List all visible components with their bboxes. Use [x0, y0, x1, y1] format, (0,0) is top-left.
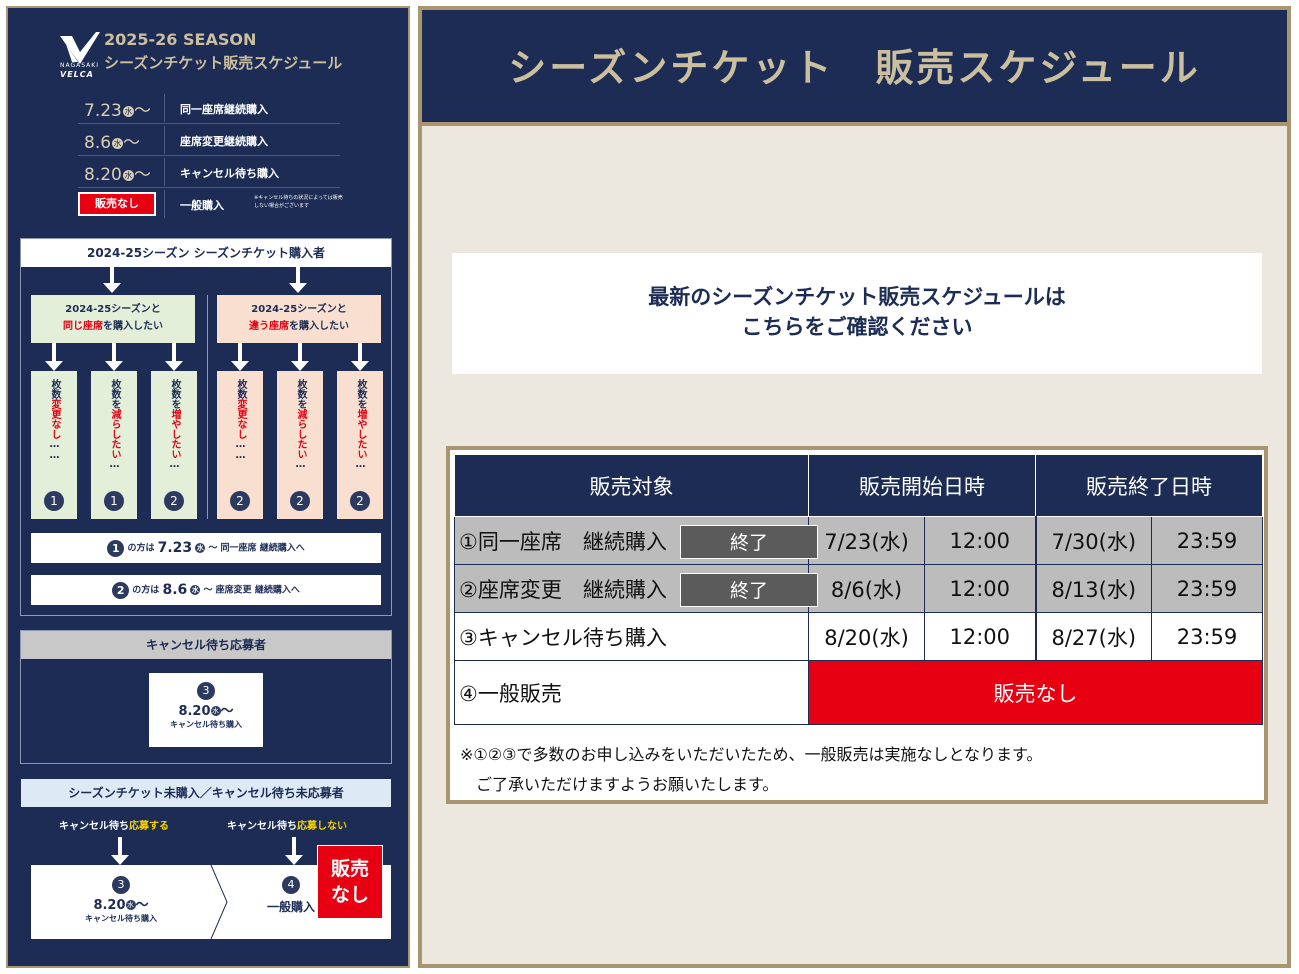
section-head: キャンセル待ち応募者: [21, 631, 391, 659]
start-time: 12:00: [924, 516, 1036, 565]
row-name: ②座席変更 継続購入: [459, 577, 667, 602]
option-column: 枚数を 減らしたい… 1: [91, 371, 137, 519]
tilde: 〜: [133, 165, 151, 185]
no-sale-cell: 販売なし: [808, 660, 1263, 725]
logo-text-bottom: VELCA: [60, 70, 94, 79]
option-column: 枚数 変更なし…… 2: [217, 371, 263, 519]
tilde: 〜: [133, 101, 151, 121]
schedule-row: 8.6 水〜 座席変更継続購入: [78, 124, 340, 156]
arrow-down-icon: [105, 343, 123, 371]
weekday-badge: 水: [112, 137, 124, 149]
table-row: ①同一座席 継続購入 終了 7/23(水) 12:00 7/30(水) 23:59: [454, 516, 1263, 565]
schedule-row: 8.20 水〜 キャンセル待ち購入: [78, 156, 340, 188]
schedule-date: 7.23: [84, 101, 122, 121]
start-date: 8/6(水): [808, 564, 925, 613]
number-badge: 1: [104, 491, 124, 511]
start-time: 12:00: [924, 612, 1036, 661]
season-label: 2025-26 SEASON: [104, 30, 257, 49]
weekday-badge: 水: [122, 105, 134, 117]
column-header: 販売終了日時: [1035, 454, 1263, 517]
no-sale-sticker: 販売 なし: [317, 845, 383, 919]
end-time: 23:59: [1151, 564, 1263, 613]
section-head: 2024-25シーズン シーズンチケット購入者: [21, 239, 391, 267]
number-badge: 2: [290, 491, 310, 511]
schedule-label: 一般購入: [180, 199, 224, 212]
schedule-note: ※キャンセル待ちの状況によっては販売しない場合がございます: [254, 195, 343, 209]
end-date: 8/13(水): [1034, 564, 1152, 613]
arrow-down-icon: [103, 267, 121, 293]
number-badge: 2: [230, 491, 250, 511]
section-previous-purchasers: 2024-25シーズン シーズンチケット購入者 2024-25シーズンと 同じ座…: [20, 238, 392, 616]
start-date: 7/23(水): [808, 516, 925, 565]
end-time: 23:59: [1151, 516, 1263, 565]
panel-header: シーズンチケット 販売スケジュール: [422, 10, 1287, 126]
schedule-table: 販売対象 販売開始日時 販売終了日時 ①同一座席 継続購入 終了 7/23(水) …: [454, 454, 1263, 725]
table-footnote: ※①②③で多数のお申し込みをいただいたため、一般販売は実施なしとなります。 ご了…: [460, 745, 1043, 794]
schedule-row: 7.23 水〜 同一座席継続購入: [78, 92, 340, 124]
notice-line: こちらをご確認ください: [741, 315, 973, 339]
poster-title: シーズンチケット販売スケジュール: [104, 54, 343, 72]
end-time: 23:59: [1151, 612, 1263, 661]
chevron-right-icon: [210, 865, 228, 939]
arrow-down-icon: [351, 343, 369, 371]
schedule-label: 座席変更継続購入: [180, 135, 268, 148]
arrow-down-icon: [165, 343, 183, 371]
number-badge: 2: [164, 491, 184, 511]
row-name: ④一般販売: [454, 660, 809, 725]
schedule-label: 同一座席継続購入: [180, 103, 268, 116]
column-header: 販売開始日時: [808, 454, 1036, 517]
section-non-purchasers: シーズンチケット未購入／キャンセル待ち未応募者 キャンセル待ち応募する キャンセ…: [20, 778, 392, 946]
schedule-label: キャンセル待ち購入: [180, 167, 279, 180]
schedule-row-general: 販売なし 一般購入 ※キャンセル待ちの状況によっては販売しない場合がございます: [78, 188, 343, 220]
row-name: ①同一座席 継続購入: [459, 529, 667, 554]
schedule-date: 8.6: [84, 133, 112, 153]
number-badge: 2: [350, 491, 370, 511]
option-column: 枚数 変更なし…… 1: [31, 371, 77, 519]
notice-line: 最新のシーズンチケット販売スケジュールは: [648, 285, 1066, 309]
section-cancel-wait-applicants: キャンセル待ち応募者 3 8.20 水〜 キャンセル待ち購入: [20, 630, 392, 764]
tilde: 〜: [123, 133, 141, 153]
arrow-down-icon: [291, 343, 309, 371]
schedule-table-frame: 販売対象 販売開始日時 販売終了日時 ①同一座席 継続購入 終了 7/23(水) …: [446, 446, 1268, 804]
group-different-seat: 2024-25シーズンと 違う座席を購入したい: [217, 295, 381, 343]
sales-schedule-panel: シーズンチケット 販売スケジュール 最新のシーズンチケット販売スケジュールは こ…: [418, 6, 1291, 968]
season-ticket-poster: NAGASAKI VELCA 2025-26 SEASON シーズンチケット販売…: [6, 6, 410, 968]
table-row: ②座席変更 継続購入 終了 8/6(水) 12:00 8/13(水) 23:59: [454, 564, 1263, 613]
logo-text-top: NAGASAKI: [60, 62, 99, 69]
choice-apply: キャンセル待ち応募する: [59, 821, 169, 832]
table-header-row: 販売対象 販売開始日時 販売終了日時: [454, 454, 1263, 517]
cancel-wait-card: 3 8.20 水〜 キャンセル待ち購入: [149, 673, 263, 747]
arrow-down-icon: [231, 343, 249, 371]
option-column: 枚数を 減らしたい… 2: [277, 371, 323, 519]
start-time: 12:00: [924, 564, 1036, 613]
option-column: 枚数を 増やしたい… 2: [337, 371, 383, 519]
row-name: ③キャンセル待ち購入: [454, 612, 809, 661]
schedule-date: 8.20: [84, 165, 122, 185]
route-bar-1: 1 の方は 7.23 水 〜 同一座席 継続購入へ: [31, 533, 381, 563]
option-column: 枚数を 増やしたい… 2: [151, 371, 197, 519]
section-head: シーズンチケット未購入／キャンセル待ち未応募者: [21, 779, 391, 807]
ended-badge: 終了: [680, 573, 818, 607]
arrow-down-icon: [289, 267, 307, 293]
end-date: 8/27(水): [1034, 612, 1152, 661]
choice-not-apply: キャンセル待ち応募しない: [227, 821, 347, 832]
route-bar-2: 2 の方は 8.6 水 〜 座席変更 継続購入へ: [31, 575, 381, 605]
arrow-down-icon: [45, 343, 63, 371]
arrow-down-icon: [285, 837, 303, 865]
column-header: 販売対象: [454, 454, 809, 517]
ended-badge: 終了: [680, 525, 818, 559]
start-date: 8/20(水): [808, 612, 925, 661]
table-row-general: ④一般販売 販売なし: [454, 660, 1263, 725]
no-sale-badge: 販売なし: [78, 192, 156, 216]
table-row: ③キャンセル待ち購入 8/20(水) 12:00 8/27(水) 23:59: [454, 612, 1263, 661]
page-title: シーズンチケット 販売スケジュール: [508, 46, 1201, 90]
arrow-down-icon: [111, 837, 129, 865]
end-date: 7/30(水): [1034, 516, 1152, 565]
latest-schedule-notice[interactable]: 最新のシーズンチケット販売スケジュールは こちらをご確認ください: [452, 253, 1262, 374]
group-same-seat: 2024-25シーズンと 同じ座席を購入したい: [31, 295, 195, 343]
weekday-badge: 水: [122, 169, 134, 181]
number-badge: 1: [44, 491, 64, 511]
